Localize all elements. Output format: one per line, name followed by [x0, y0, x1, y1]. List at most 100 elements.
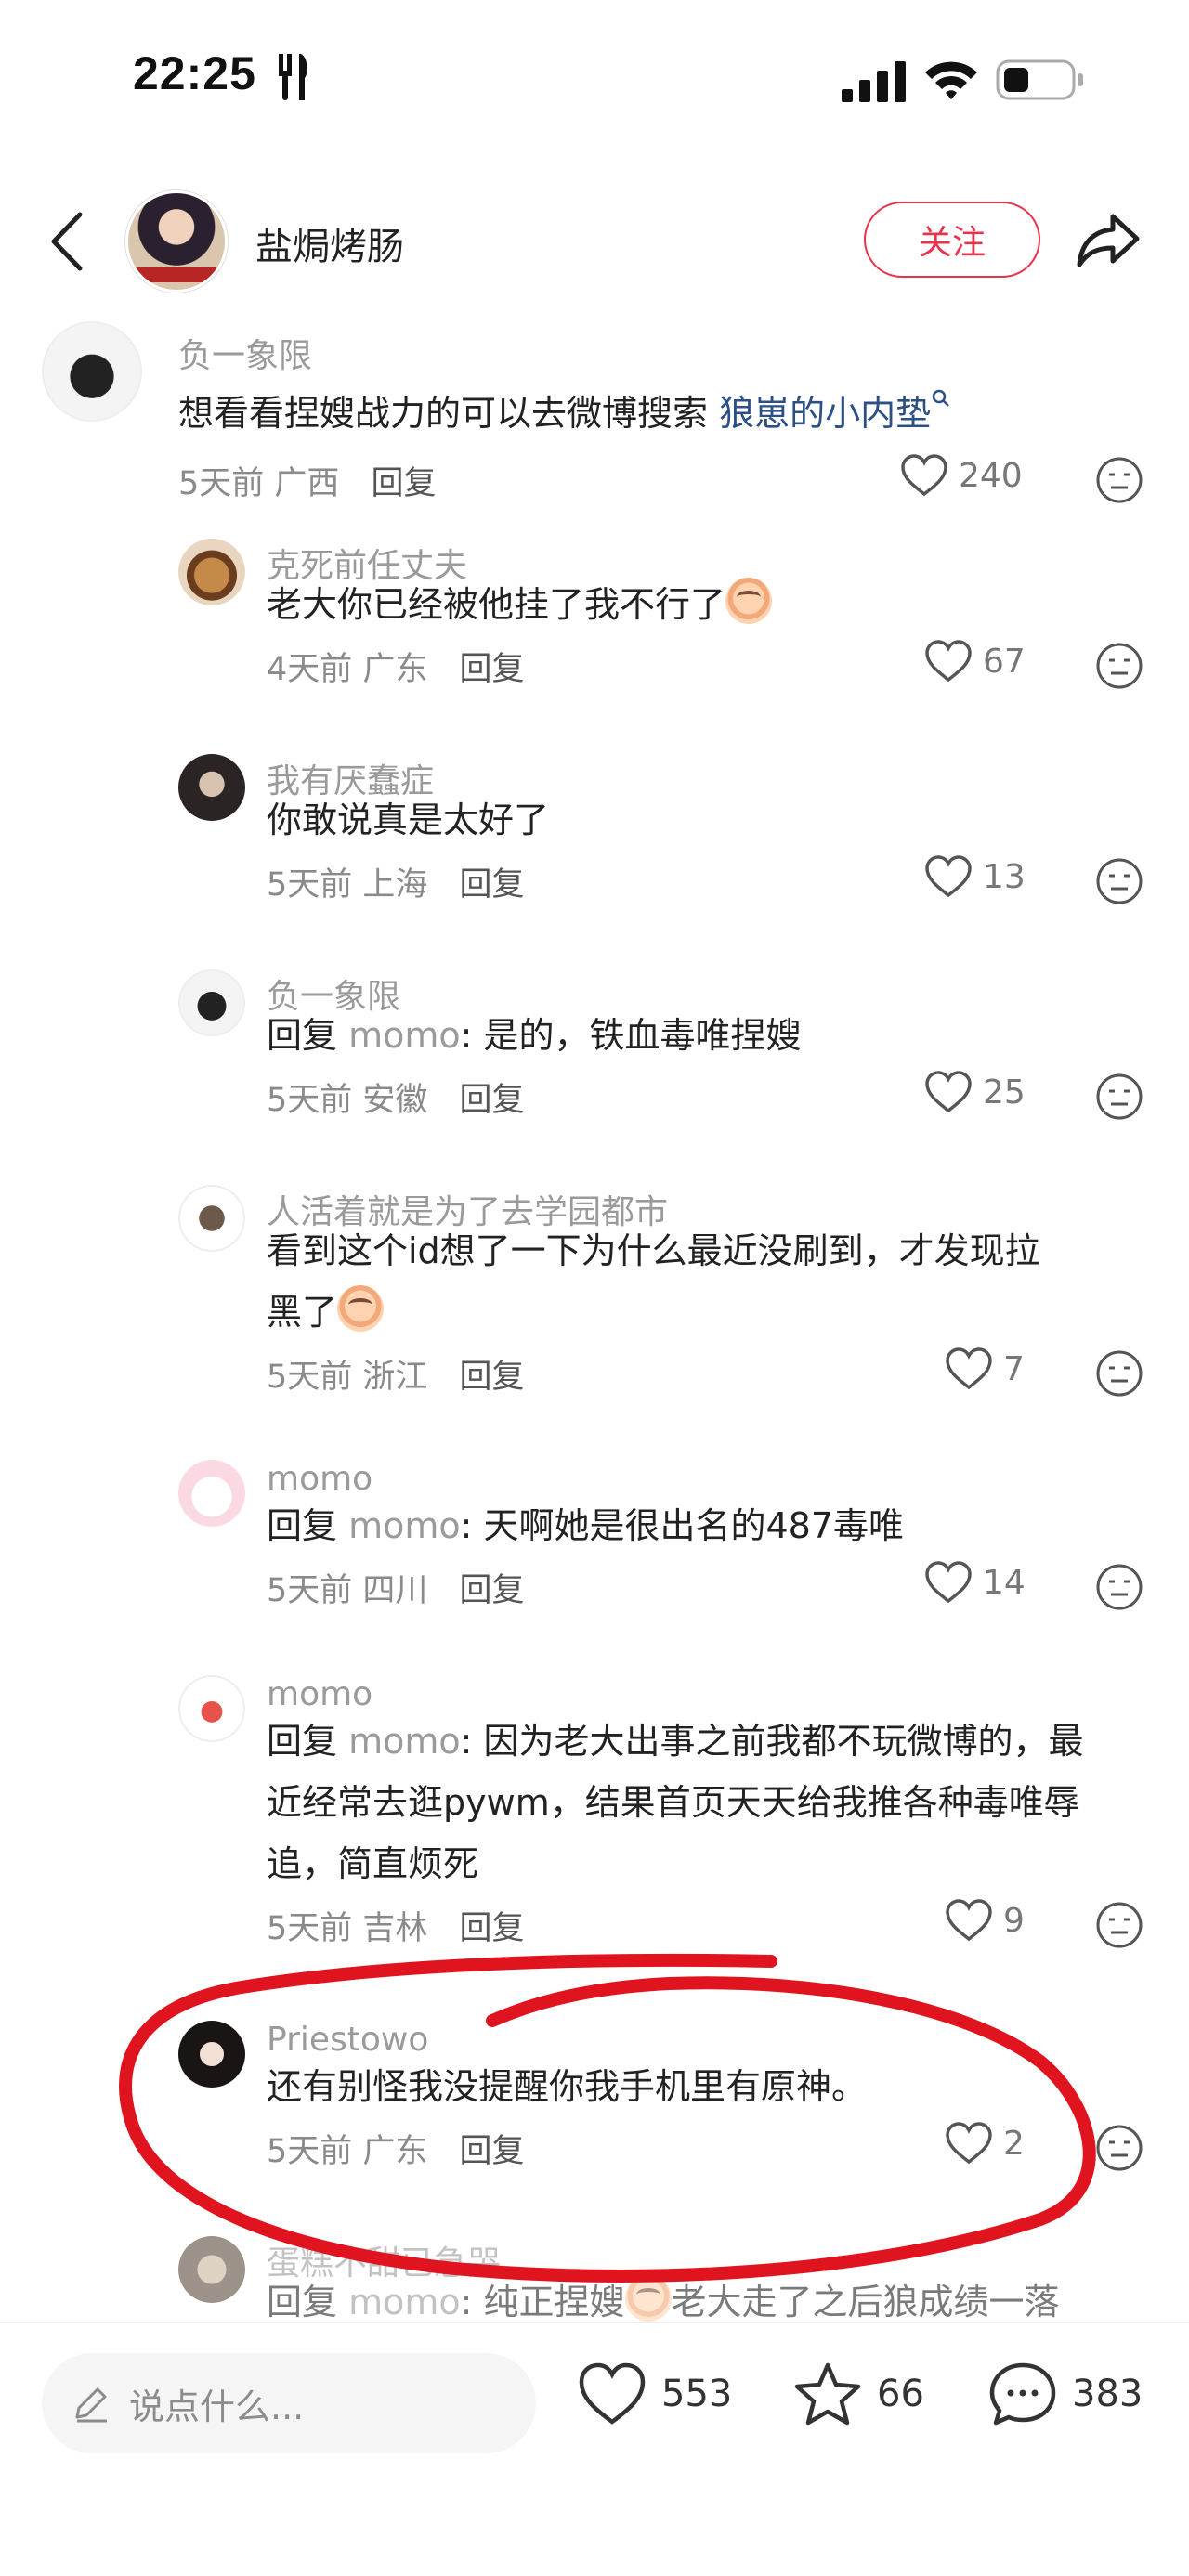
commenter-name[interactable]: momo	[267, 1460, 372, 1498]
comment-text: 想看看捏嫂战力的可以去微博搜索 狼崽的小内垫	[178, 383, 1107, 444]
commenter-name[interactable]: momo	[267, 1675, 372, 1713]
reply-button[interactable]: 回复	[459, 651, 524, 688]
reply-prefix: 回复	[267, 2282, 349, 2322]
reply-button[interactable]: 回复	[371, 465, 436, 502]
reply-button[interactable]: 回复	[459, 1082, 524, 1119]
comment-text-line: 追，简直烦死	[267, 1843, 479, 1884]
wifi-icon	[925, 61, 977, 99]
comment-text: 回复 momo: 因为老大出事之前我都不玩微博的，最 近经常去逛pywm，结果首…	[267, 1711, 1189, 1894]
commenter-avatar[interactable]	[42, 321, 142, 422]
comment-text: 回复 momo: 是的，铁血毒唯捏嫂	[267, 1005, 1189, 1066]
dislike-icon[interactable]	[1094, 1562, 1144, 1612]
comment-location: 上海	[362, 866, 428, 904]
reply-button[interactable]: 回复	[459, 866, 524, 904]
favorite-button[interactable]: 66	[791, 2361, 924, 2427]
comment-text: 你敢说真是太好了	[267, 789, 1189, 851]
like-button[interactable]: 7	[944, 1347, 1025, 1391]
commenter-name[interactable]: 负一象限	[178, 329, 312, 377]
like-button[interactable]: 240	[899, 453, 1023, 498]
reply-button[interactable]: 回复	[459, 2133, 524, 2170]
like-count: 13	[983, 857, 1026, 896]
comment-text-body: 想看看捏嫂战力的可以去微博搜索	[178, 393, 720, 434]
follow-button[interactable]: 关注	[864, 202, 1040, 278]
back-arrow-icon[interactable]	[46, 209, 87, 274]
comment-count: 383	[1072, 2373, 1143, 2415]
like-button[interactable]: 67	[923, 639, 1026, 683]
dislike-icon[interactable]	[1094, 856, 1144, 906]
comment-text-body: : 是的，铁血毒唯捏嫂	[460, 1015, 802, 1056]
search-link[interactable]: 狼崽的小内垫	[719, 393, 931, 434]
dislike-icon[interactable]	[1094, 1900, 1144, 1950]
like-button[interactable]: 14	[923, 1560, 1026, 1605]
heart-icon	[946, 1347, 992, 1390]
comment-meta: 5天前 广东 回复	[267, 2125, 524, 2172]
commenter-avatar[interactable]	[178, 1675, 245, 1742]
commenter-avatar[interactable]	[178, 539, 245, 605]
reply-button[interactable]: 回复	[459, 1359, 524, 1396]
dislike-icon[interactable]	[1094, 1348, 1144, 1399]
reply-prefix: 回复	[267, 1015, 349, 1056]
commenter-avatar[interactable]	[178, 2021, 245, 2088]
like-button[interactable]: 9	[944, 1898, 1025, 1943]
comment-time: 5天前	[178, 465, 265, 502]
reply-button[interactable]: 回复	[459, 1572, 524, 1609]
comment-text-line: 近经常去逛pywm，结果首页天天给我推各种毒唯辱	[267, 1782, 1079, 1823]
comment-button[interactable]: 383	[986, 2361, 1143, 2427]
comment-location: 广西	[274, 465, 340, 502]
pencil-icon	[75, 2387, 107, 2423]
like-button[interactable]: 25	[923, 1070, 1026, 1114]
like-post-button[interactable]: 553	[576, 2361, 732, 2427]
comment-bubble-icon	[989, 2362, 1056, 2426]
reply-prefix: 回复	[267, 1505, 349, 1546]
reply-target-name[interactable]: momo	[348, 1015, 461, 1056]
comment-text-body: 还有别怪我没提醒你我手机里有原神。	[267, 2066, 868, 2107]
comment-input[interactable]: 说点什么...	[42, 2353, 536, 2453]
dislike-icon[interactable]	[1094, 2123, 1144, 2173]
heart-icon	[925, 640, 972, 683]
comment-text-body: 老大你已经被他挂了我不行了	[267, 584, 726, 625]
comment-location: 安徽	[362, 1082, 428, 1119]
heart-icon	[925, 1071, 972, 1113]
heart-icon	[946, 1899, 992, 1942]
comment-text-body: 你敢说真是太好了	[267, 800, 550, 840]
comment-input-placeholder: 说点什么...	[129, 2386, 305, 2427]
search-icon[interactable]	[931, 388, 951, 409]
comment-meta: 5天前 安徽 回复	[267, 1073, 524, 1121]
commenter-avatar[interactable]	[178, 1460, 245, 1527]
like-button[interactable]: 13	[923, 854, 1026, 899]
dislike-icon[interactable]	[1094, 455, 1144, 505]
comment-time: 5天前	[267, 1359, 353, 1396]
commenter-avatar[interactable]	[178, 754, 245, 821]
comment-text: 回复 momo: 纯正捏嫂 老大走了之后狼成绩一落	[267, 2271, 1189, 2322]
like-count: 67	[983, 642, 1026, 681]
commenter-avatar[interactable]	[178, 2236, 245, 2303]
status-time: 22:25	[133, 47, 256, 99]
like-button[interactable]: 2	[944, 2121, 1025, 2166]
dislike-icon[interactable]	[1094, 641, 1144, 691]
dislike-icon[interactable]	[1094, 1072, 1144, 1122]
comment-text-line: 黑了	[267, 1292, 338, 1333]
header: 盐焗烤肠 关注	[0, 181, 1189, 302]
commenter-avatar[interactable]	[178, 1185, 245, 1252]
commenter-name[interactable]: Priestowo	[267, 2021, 428, 2059]
emoji-icon	[624, 2275, 672, 2322]
comment-meta: 4天前 广东 回复	[267, 643, 524, 690]
post-like-count: 553	[661, 2373, 733, 2415]
comment-meta: 5天前 浙江 回复	[267, 1350, 524, 1398]
reply-target-name[interactable]: momo	[348, 1505, 461, 1546]
reply-target-name[interactable]: momo	[348, 1721, 461, 1762]
like-count: 25	[983, 1073, 1026, 1112]
comment-text: 看到这个id想了一下为什么最近没刷到，才发现拉 黑了	[267, 1220, 1189, 1343]
like-count: 9	[1003, 1901, 1025, 1940]
share-icon[interactable]	[1076, 211, 1141, 270]
comment-meta: 5天前 吉林 回复	[267, 1902, 524, 1949]
reply-target-name[interactable]: momo	[348, 2282, 461, 2322]
author-name[interactable]: 盐焗烤肠	[255, 216, 404, 270]
author-avatar[interactable]	[125, 190, 228, 293]
comment-meta: 5天前 上海 回复	[267, 858, 524, 905]
bottom-action-bar: 说点什么... 553 66 383	[0, 2322, 1189, 2576]
battery-icon	[996, 59, 1083, 100]
reply-button[interactable]: 回复	[459, 1910, 524, 1947]
commenter-avatar[interactable]	[178, 969, 245, 1036]
comment-location: 浙江	[362, 1359, 428, 1396]
